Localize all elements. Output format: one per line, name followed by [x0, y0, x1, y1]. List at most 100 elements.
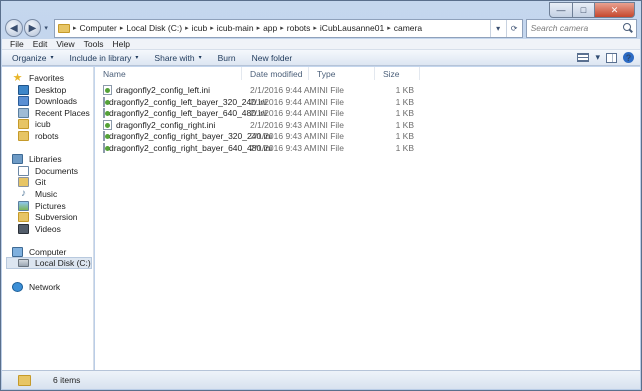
- help-icon[interactable]: ?: [623, 52, 634, 63]
- sidebar-item-downloads[interactable]: Downloads: [18, 95, 77, 107]
- file-row[interactable]: dragonfly2_config_right_bayer_320_240.in…: [95, 130, 420, 141]
- pictures-icon: [18, 201, 29, 211]
- breadcrumb-computer[interactable]: Computer: [77, 23, 120, 33]
- file-name-cell: dragonfly2_config_left.ini: [95, 84, 242, 95]
- include-label: Include in library: [69, 52, 132, 63]
- sidebar-item-git[interactable]: Git: [18, 176, 46, 188]
- close-button[interactable]: ✕: [595, 2, 635, 18]
- sidebar-item-favorites[interactable]: ★ Favorites: [12, 72, 64, 84]
- sidebar-item-label: Pictures: [35, 201, 66, 211]
- menu-view[interactable]: View: [56, 39, 74, 49]
- videos-icon: [18, 224, 29, 234]
- search-placeholder: Search camera: [530, 23, 589, 33]
- view-options-icon[interactable]: [577, 53, 590, 62]
- column-header-date-modified[interactable]: Date modified: [242, 67, 309, 80]
- share-with-button[interactable]: Share with ▾: [154, 53, 201, 63]
- status-bar: 6 items: [2, 370, 640, 389]
- sidebar-item-libraries[interactable]: Libraries: [12, 153, 62, 165]
- file-row[interactable]: dragonfly2_config_right.ini 2/1/2016 9:4…: [95, 119, 420, 130]
- file-type: INI File: [317, 119, 344, 130]
- sidebar-item-music[interactable]: ♪ Music: [18, 188, 57, 200]
- sidebar-item-videos[interactable]: Videos: [18, 223, 61, 235]
- forward-button[interactable]: ▶: [23, 19, 42, 37]
- file-size: 1 KB: [395, 107, 414, 118]
- git-library-icon: [18, 177, 29, 187]
- file-type: INI File: [317, 130, 344, 141]
- column-header-size[interactable]: Size: [375, 67, 420, 80]
- desktop-icon: [18, 85, 29, 95]
- network-icon: [12, 282, 23, 292]
- forward-arrow-icon: ▶: [28, 22, 37, 34]
- sidebar-item-label: Libraries: [29, 154, 62, 164]
- menu-tools[interactable]: Tools: [84, 39, 104, 49]
- window-controls: — □ ✕: [549, 2, 635, 18]
- breadcrumb-app[interactable]: app: [260, 23, 280, 33]
- file-date: 2/1/2016 9:43 AM: [250, 142, 317, 153]
- breadcrumb-icub-main[interactable]: icub-main: [214, 23, 257, 33]
- hard-disk-icon: [18, 259, 29, 267]
- share-label: Share with: [154, 52, 195, 63]
- sidebar-item-label: Git: [35, 177, 46, 187]
- file-size: 1 KB: [395, 130, 414, 141]
- sidebar-item-label: Recent Places: [35, 108, 90, 118]
- new-folder-button[interactable]: New folder: [252, 53, 293, 63]
- file-name-cell: dragonfly2_config_right_bayer_640_480.in…: [95, 142, 272, 153]
- breadcrumb-icublausanne01[interactable]: iCubLausanne01: [317, 23, 387, 33]
- back-button[interactable]: ◀: [5, 19, 23, 37]
- sidebar-item-label: Network: [29, 282, 61, 292]
- computer-icon: [12, 247, 23, 257]
- file-type: INI File: [317, 84, 344, 95]
- recent-pages-dropdown[interactable]: ▾: [41, 24, 51, 32]
- refresh-button[interactable]: ⟳: [505, 19, 522, 37]
- sidebar-item-local-disk[interactable]: Local Disk (C:): [6, 257, 92, 269]
- sidebar-item-label: Documents: [35, 166, 78, 176]
- breadcrumb-local-disk[interactable]: Local Disk (C:): [123, 23, 185, 33]
- sidebar-item-label: Computer: [29, 247, 67, 257]
- breadcrumb-camera[interactable]: camera: [391, 23, 425, 33]
- menu-bar: File Edit View Tools Help: [2, 39, 640, 50]
- file-row[interactable]: dragonfly2_config_left_bayer_640_480.ini…: [95, 107, 420, 118]
- column-header-name[interactable]: Name: [95, 67, 242, 80]
- sidebar-item-subversion[interactable]: Subversion: [18, 211, 78, 223]
- file-row[interactable]: dragonfly2_config_right_bayer_640_480.in…: [95, 142, 420, 153]
- back-arrow-icon: ◀: [9, 22, 18, 34]
- file-size: 1 KB: [395, 96, 414, 107]
- sidebar-item-icub[interactable]: icub: [18, 118, 51, 130]
- address-bar[interactable]: ▸ Computer ▸ Local Disk (C:) ▸ icub ▸ ic…: [53, 18, 523, 38]
- file-row[interactable]: dragonfly2_config_left_bayer_320_240.ini…: [95, 96, 420, 107]
- file-name-cell: dragonfly2_config_left_bayer_320_240.ini: [95, 96, 267, 107]
- file-name: dragonfly2_config_left.ini: [116, 84, 211, 95]
- ini-file-icon: [103, 84, 112, 95]
- sidebar-item-robots[interactable]: robots: [18, 130, 59, 142]
- search-icon[interactable]: [622, 23, 633, 33]
- sidebar-item-label: Subversion: [35, 212, 78, 222]
- breadcrumb-icub[interactable]: icub: [189, 23, 211, 33]
- chevron-down-icon: ▾: [135, 55, 139, 61]
- include-in-library-button[interactable]: Include in library ▾: [70, 53, 139, 63]
- burn-button[interactable]: Burn: [218, 53, 236, 63]
- breadcrumb-robots[interactable]: robots: [284, 23, 314, 33]
- view-options-dropdown[interactable]: ▾: [595, 52, 600, 63]
- maximize-button[interactable]: □: [573, 2, 595, 18]
- organize-label: Organize: [12, 52, 47, 63]
- explorer-window: — □ ✕ ◀ ▶ ▾ ▸ Computer ▸ Local Disk (C:)…: [0, 0, 642, 391]
- organize-button[interactable]: Organize ▾: [12, 53, 54, 63]
- file-row[interactable]: dragonfly2_config_left.ini 2/1/2016 9:44…: [95, 84, 420, 95]
- file-name-cell: dragonfly2_config_right_bayer_320_240.in…: [95, 130, 272, 141]
- sidebar-item-label: Favorites: [29, 73, 64, 83]
- menu-edit[interactable]: Edit: [33, 39, 48, 49]
- menu-file[interactable]: File: [10, 39, 24, 49]
- menu-help[interactable]: Help: [112, 39, 129, 49]
- file-size: 1 KB: [395, 142, 414, 153]
- column-header-type[interactable]: Type: [309, 67, 375, 80]
- ini-file-icon: [103, 119, 112, 130]
- folder-icon: [18, 119, 29, 129]
- sidebar-item-network[interactable]: Network: [12, 281, 60, 293]
- minimize-button[interactable]: —: [549, 2, 573, 18]
- file-date: 2/1/2016 9:44 AM: [250, 96, 317, 107]
- preview-pane-icon[interactable]: [606, 52, 617, 63]
- address-dropdown-button[interactable]: ▾: [489, 19, 506, 37]
- command-bar: Organize ▾ Include in library ▾ Share wi…: [2, 50, 640, 66]
- navigation-bar: ◀ ▶ ▾ ▸ Computer ▸ Local Disk (C:) ▸ icu…: [5, 18, 637, 38]
- search-input[interactable]: Search camera: [525, 18, 637, 38]
